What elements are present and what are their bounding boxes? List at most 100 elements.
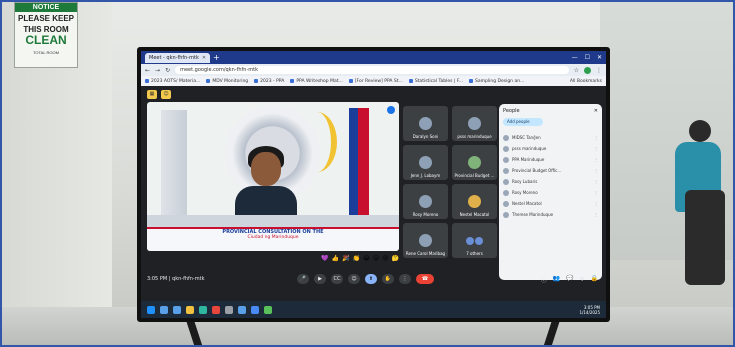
bookmark-item[interactable]: 2023 - PPA: [254, 79, 284, 84]
chrome-icon[interactable]: [212, 305, 220, 314]
emoji-reactions-icon[interactable]: ☺: [348, 274, 360, 284]
host-controls-icon[interactable]: 🔒: [591, 275, 598, 284]
participant-name: Provincial Budget Offic...: [512, 168, 562, 173]
task-view-icon[interactable]: [173, 305, 181, 314]
main-video-tile[interactable]: PROVINCIAL CONSULTATION ON THE Ciudad ng…: [147, 102, 399, 251]
chat-icon[interactable]: 💬: [566, 275, 573, 284]
windows-taskbar: 3:05 PM 1/14/2025: [141, 301, 606, 318]
tile-label: Daralyn Soni: [412, 134, 439, 139]
menu-icon[interactable]: ⋮: [596, 67, 602, 74]
window-controls: — ☐ ✕: [572, 54, 602, 61]
store-icon[interactable]: [238, 305, 246, 314]
list-item[interactable]: Rosy Lubaris ⋮: [503, 176, 598, 187]
more-icon[interactable]: ⋮: [594, 146, 598, 151]
call-controls: 🎤 ▶ CC ☺ ⬆ ✋ ⋮ ☎: [297, 274, 434, 284]
meet-window: ▦ ☺ PROVINCIAL CONSULTATION ON THE Ciuda…: [141, 86, 606, 301]
photos-icon[interactable]: [264, 305, 272, 314]
search-icon[interactable]: [160, 305, 168, 314]
more-icon[interactable]: ⋮: [594, 179, 598, 184]
thinking-reaction-icon[interactable]: 🤔: [391, 255, 398, 262]
avatar: [503, 134, 509, 141]
meeting-clock: 3:05 PM | qkn-fhfn-mtk: [147, 276, 205, 282]
bookmark-star-icon[interactable]: ☆: [574, 67, 579, 74]
list-item[interactable]: Therese Marinduque ⋮: [503, 209, 598, 220]
participant-tile[interactable]: Rosy Moreno: [403, 184, 448, 219]
list-item[interactable]: Provincial Budget Offic... ⋮: [503, 165, 598, 176]
participant-tile[interactable]: Rene Carol Maribag: [403, 223, 448, 258]
list-item[interactable]: Nestel Macatol ⋮: [503, 198, 598, 209]
back-icon[interactable]: ←: [145, 67, 150, 74]
bookmark-item[interactable]: Sampling Design an...: [469, 79, 524, 84]
list-item[interactable]: MIDSC Tan/Jen ⋮: [503, 132, 598, 143]
close-panel-icon[interactable]: ✕: [594, 108, 598, 114]
mail-icon[interactable]: [251, 305, 259, 314]
captions-icon[interactable]: CC: [331, 274, 343, 284]
more-icon[interactable]: ⋮: [594, 157, 598, 162]
camera-icon[interactable]: ▶: [314, 274, 326, 284]
list-item[interactable]: PPA Marinduque ⋮: [503, 154, 598, 165]
maximize-icon[interactable]: ☐: [585, 54, 590, 61]
file-explorer-icon[interactable]: [186, 305, 194, 314]
avatar: [503, 189, 509, 196]
people-icon[interactable]: 👥: [553, 275, 560, 284]
info-icon[interactable]: ⓘ: [541, 275, 547, 284]
activities-icon[interactable]: ◆: [580, 275, 585, 284]
laugh-reaction-icon[interactable]: 😂: [363, 255, 370, 262]
add-people-button[interactable]: Add people: [503, 118, 543, 126]
mic-icon[interactable]: 🎤: [297, 274, 309, 284]
more-icon[interactable]: ⋮: [594, 135, 598, 140]
flag-left: [161, 110, 187, 230]
party-reaction-icon[interactable]: 🎉: [342, 255, 349, 262]
url-input[interactable]: meet.google.com/qkn-fhfn-mtk: [175, 66, 569, 74]
wow-reaction-icon[interactable]: 😮: [373, 255, 379, 262]
list-item[interactable]: Rosy Moreno ⋮: [503, 187, 598, 198]
new-tab-icon[interactable]: +: [213, 53, 220, 63]
bookmark-item[interactable]: Statistical Tables | F...: [408, 79, 463, 84]
more-icon[interactable]: ⋮: [594, 168, 598, 173]
participant-tile[interactable]: Jenn J. Lobaym: [403, 145, 448, 180]
more-icon[interactable]: ⋮: [594, 212, 598, 217]
browser-tab[interactable]: Meet - qkn-fhfn-mtk ✕: [145, 52, 211, 63]
grid-icon[interactable]: ▦: [147, 90, 157, 99]
present-icon[interactable]: ⬆: [365, 274, 377, 284]
more-options-icon[interactable]: ⋮: [399, 274, 411, 284]
participant-tiles: Daralyn Soni psss marinduque Jenn J. Lob…: [403, 106, 499, 258]
participant-name: Rosy Moreno: [512, 190, 538, 195]
avatar: [468, 117, 481, 130]
bookmark-item[interactable]: MDV Monitoring: [206, 79, 248, 84]
minimize-icon[interactable]: —: [572, 54, 578, 61]
settings-icon[interactable]: [225, 305, 233, 314]
participant-tile[interactable]: Nestel Macatol: [452, 184, 497, 219]
end-call-icon[interactable]: ☎: [416, 274, 434, 284]
avatar: [503, 145, 509, 152]
heart-reaction-icon[interactable]: 💜: [321, 255, 328, 262]
tv-screen: Meet - qkn-fhfn-mtk ✕ + — ☐ ✕ ← → ↻ meet…: [141, 51, 606, 318]
sad-reaction-icon[interactable]: 😢: [382, 255, 388, 262]
list-item[interactable]: psss marinduque ⋮: [503, 143, 598, 154]
profile-avatar[interactable]: [584, 66, 591, 74]
close-tab-icon[interactable]: ✕: [202, 55, 206, 61]
sign-header: NOTICE: [15, 3, 77, 12]
reload-icon[interactable]: ↻: [165, 67, 170, 74]
clap-reaction-icon[interactable]: 👏: [352, 255, 359, 262]
others-tile[interactable]: 7 others: [452, 223, 497, 258]
sign-line-1: PLEASE KEEP: [17, 14, 74, 23]
bookmark-item[interactable]: PPA Writeshop Mat...: [290, 79, 343, 84]
system-clock[interactable]: 3:05 PM 1/14/2025: [579, 305, 600, 315]
forward-icon[interactable]: →: [155, 67, 160, 74]
all-bookmarks[interactable]: All Bookmarks: [570, 79, 602, 84]
more-icon[interactable]: ⋮: [594, 201, 598, 206]
close-window-icon[interactable]: ✕: [597, 54, 602, 61]
start-icon[interactable]: [147, 305, 155, 314]
bookmark-item[interactable]: [For Review] PPA St...: [348, 79, 403, 84]
participant-tile[interactable]: psss marinduque: [452, 106, 497, 141]
raise-hand-icon[interactable]: ✋: [382, 274, 394, 284]
pin-icon[interactable]: [387, 106, 395, 114]
participant-tile[interactable]: Daralyn Soni: [403, 106, 448, 141]
more-icon[interactable]: ⋮: [594, 190, 598, 195]
edge-icon[interactable]: [199, 305, 207, 314]
bookmark-item[interactable]: 2023 AOTS/ Materia...: [145, 79, 200, 84]
participant-tile[interactable]: Provincial Budget ...: [452, 145, 497, 180]
thumbs-up-reaction-icon[interactable]: 👍: [331, 255, 338, 262]
emoji-icon[interactable]: ☺: [161, 90, 171, 99]
